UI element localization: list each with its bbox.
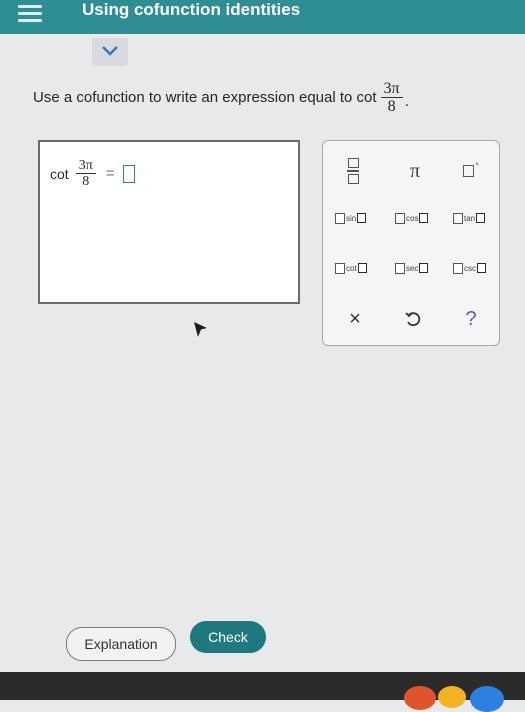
question-text: Use a cofunction to write an expression …: [33, 89, 377, 106]
cot-button[interactable]: cot: [335, 259, 367, 277]
chevron-down-icon: [102, 46, 118, 56]
question-denominator: 8: [387, 98, 396, 115]
page-title: Using cofunction identities: [82, 0, 301, 19]
tan-arg-box: [476, 213, 486, 223]
tan-label: tan: [464, 213, 476, 223]
equals-sign: =: [105, 165, 115, 182]
question-period: .: [404, 92, 410, 110]
degree-button[interactable]: °: [457, 157, 485, 185]
tan-coef-box: [453, 212, 463, 224]
sec-button[interactable]: sec: [395, 259, 429, 277]
fraction-denominator-box: [347, 173, 359, 184]
question-fraction: 3π 8: [380, 80, 403, 115]
cos-button[interactable]: cos: [395, 209, 429, 227]
cos-arg-box: [419, 213, 429, 223]
csc-button[interactable]: csc: [453, 259, 486, 277]
fraction-numerator-box: [347, 158, 359, 169]
check-button[interactable]: Check: [190, 621, 266, 653]
question-prompt: Use a cofunction to write an expression …: [33, 80, 409, 115]
fraction-bar: [347, 170, 359, 172]
mouse-cursor-icon: [194, 322, 207, 337]
sin-arg-box: [357, 213, 367, 223]
cos-label: cos: [406, 213, 419, 223]
csc-label: csc: [464, 263, 476, 273]
app-icon-blue[interactable]: [470, 686, 504, 712]
cos-coef-box: [395, 212, 405, 224]
answer-input-area[interactable]: cot 3π 8 =: [38, 140, 300, 304]
menu-icon[interactable]: [18, 5, 42, 22]
csc-coef-box: [453, 262, 463, 274]
answer-denominator: 8: [82, 174, 90, 189]
sec-arg-box: [419, 263, 429, 273]
question-numerator: 3π: [380, 80, 403, 98]
undo-button[interactable]: [401, 307, 425, 331]
csc-arg-box: [477, 263, 486, 273]
sin-button[interactable]: sin: [335, 209, 367, 227]
sec-coef-box: [395, 262, 405, 274]
collapse-toggle[interactable]: [92, 38, 128, 66]
pi-button[interactable]: π: [401, 157, 429, 185]
cot-arg-box: [357, 263, 367, 273]
math-keypad: π ° sin cos tan cot sec csc × ?: [322, 140, 500, 346]
sin-coef-box: [335, 212, 345, 224]
cot-coef-box: [335, 262, 345, 274]
answer-expression: cot 3π 8 =: [50, 158, 135, 189]
top-bar: Using cofunction identities: [0, 0, 525, 34]
tan-button[interactable]: tan: [453, 209, 486, 227]
answer-function: cot: [50, 165, 69, 182]
cot-label: cot: [346, 263, 357, 273]
explanation-button[interactable]: Explanation: [66, 627, 176, 661]
sec-label: sec: [406, 263, 419, 273]
fraction-button[interactable]: [343, 157, 363, 185]
degree-box: [463, 165, 475, 177]
answer-fraction: 3π 8: [75, 158, 96, 189]
answer-numerator: 3π: [75, 158, 96, 174]
app-icon-yellow[interactable]: [438, 686, 466, 708]
help-button[interactable]: ?: [459, 307, 483, 331]
answer-slot[interactable]: [122, 164, 135, 183]
undo-icon: [405, 312, 421, 327]
app-icon-orange[interactable]: [404, 686, 436, 710]
sin-label: sin: [346, 213, 357, 223]
degree-symbol: °: [475, 161, 479, 171]
clear-button[interactable]: ×: [343, 307, 367, 331]
